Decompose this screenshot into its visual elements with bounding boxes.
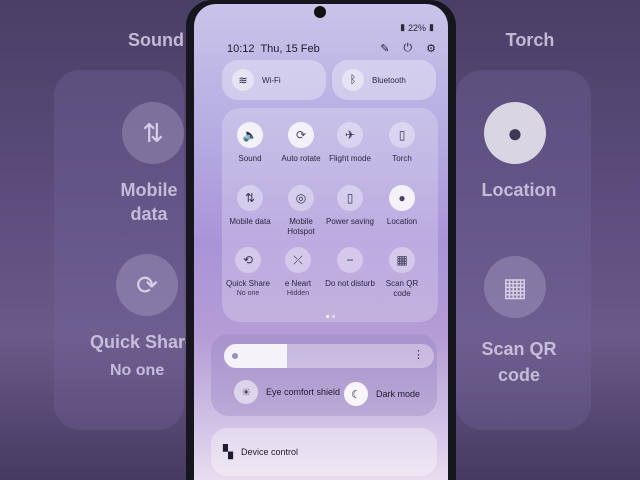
sound-label: Sound <box>238 154 262 163</box>
background-label-sound: Sound <box>128 30 184 50</box>
torch-toggle[interactable]: ▯ Torch <box>376 122 428 164</box>
background-quick-share-icon: ⟳ <box>116 254 178 316</box>
battery-saver-icon: ▯ <box>337 185 363 211</box>
power-icon[interactable]: ⏻ <box>403 42 412 55</box>
page-dot-2 <box>332 315 335 318</box>
brightness-slider[interactable]: ⋮ <box>224 344 434 368</box>
mobile-hotspot-toggle[interactable]: ◎ Mobile Hotspot <box>275 185 327 237</box>
phone-frame: ▮ 22% ▮ 10:12 Thu, 15 Feb ✎ ⏻ ⚙ ≋ Wi-Fi … <box>186 0 456 480</box>
header-actions: ✎ ⏻ ⚙ <box>380 42 436 55</box>
settings-gear-icon[interactable]: ⚙ <box>426 42 436 55</box>
page-dot-1 <box>326 315 329 318</box>
hotspot-icon: ◎ <box>288 185 314 211</box>
qr-code-icon: ▦ <box>389 247 415 273</box>
clock-time: 10:12 <box>227 42 255 55</box>
bluetooth-icon: ᛒ <box>342 69 364 91</box>
background-mobile-data-icon: ⇅ <box>122 102 184 164</box>
dark-mode-label: Dark mode <box>376 389 421 399</box>
nearby-icon: ⤫ <box>285 247 311 273</box>
dnd-label: Do not disturb <box>325 279 375 288</box>
device-control-button[interactable]: ▚ Device control <box>211 428 437 476</box>
brightness-sun-icon <box>232 353 238 359</box>
quick-share-status: No one <box>236 290 260 297</box>
quick-share-icon: ⟲ <box>235 247 261 273</box>
nearby-status: Hidden <box>286 290 310 297</box>
edit-pencil-icon[interactable]: ✎ <box>380 42 389 55</box>
background-right-panel: Torch ● Location ▦ Scan QR code <box>450 0 640 480</box>
eye-comfort-toggle[interactable]: ☀ Eye comfort shield <box>234 380 340 404</box>
torch-label: Torch <box>392 154 412 163</box>
do-not-disturb-toggle[interactable]: − Do not disturb <box>324 247 376 289</box>
location-toggle[interactable]: ● Location <box>376 185 428 227</box>
moon-icon: ☾ <box>344 382 368 406</box>
more-options-icon[interactable]: ⋮ <box>413 348 424 361</box>
signal-icon: ▮ <box>400 22 406 32</box>
quick-panel-screen: ▮ 22% ▮ 10:12 Thu, 15 Feb ✎ ⏻ ⚙ ≋ Wi-Fi … <box>194 4 448 480</box>
background-label-mobile-data: Mobile data <box>120 180 178 224</box>
device-control-label: Device control <box>241 447 299 457</box>
battery-percent: 22% <box>408 22 427 33</box>
power-saving-label: Power saving <box>325 217 375 226</box>
clock-date: Thu, 15 Feb <box>260 42 320 55</box>
location-pin-icon: ● <box>389 185 415 211</box>
location-label: Location <box>386 217 418 226</box>
dark-mode-toggle[interactable]: ☾ Dark mode <box>344 382 420 406</box>
mobile-data-label: Mobile data <box>229 217 271 226</box>
scan-qr-label: Scan QR code <box>385 279 419 298</box>
page-indicator <box>326 315 335 318</box>
flashlight-icon: ▯ <box>389 122 415 148</box>
scan-qr-toggle[interactable]: ▦ Scan QR code <box>376 247 428 299</box>
camera-notch <box>314 6 326 18</box>
flight-mode-toggle[interactable]: ✈ Flight mode <box>324 122 376 164</box>
quick-share-label: Quick Share <box>225 279 271 288</box>
header-row: 10:12 Thu, 15 Feb ✎ ⏻ ⚙ <box>227 42 436 55</box>
eye-comfort-label: Eye comfort shield <box>266 387 341 397</box>
bluetooth-tile[interactable]: ᛒ Bluetooth <box>332 60 436 100</box>
background-label-quick-share: Quick Share <box>90 332 196 352</box>
wifi-tile[interactable]: ≋ Wi-Fi <box>222 60 326 100</box>
rotate-icon: ⟳ <box>288 122 314 148</box>
bluetooth-label: Bluetooth <box>372 75 406 85</box>
wifi-icon: ≋ <box>232 69 254 91</box>
eye-comfort-icon: ☀ <box>234 380 258 404</box>
wifi-label: Wi-Fi <box>262 75 281 85</box>
battery-icon: ▮ <box>429 22 434 32</box>
background-label-no-one: No one <box>110 362 165 379</box>
nearby-toggle[interactable]: ⤫ e Neart Hidden <box>272 247 324 299</box>
background-label-scan-qr: Scan QR code <box>481 339 557 385</box>
quick-share-toggle[interactable]: ⟲ Quick Share No one <box>222 247 274 299</box>
power-saving-toggle[interactable]: ▯ Power saving <box>324 185 376 227</box>
sound-toggle[interactable]: 🔈 Sound <box>224 122 276 164</box>
datetime: 10:12 Thu, 15 Feb <box>227 43 320 55</box>
auto-rotate-toggle[interactable]: ⟳ Auto rotate <box>275 122 327 164</box>
airplane-icon: ✈ <box>337 122 363 148</box>
nearby-label: e Neart <box>284 279 312 288</box>
background-scan-qr-icon: ▦ <box>484 256 546 318</box>
device-control-icon: ▚ <box>223 444 233 459</box>
background-label-torch: Torch <box>505 30 555 50</box>
background-label-location: Location <box>481 180 557 200</box>
speaker-icon: 🔈 <box>237 122 263 148</box>
background-left-panel: Sound ⇅ Mobile data ⟳ Quick Share No one <box>0 0 195 480</box>
background-location-icon: ● <box>484 102 546 164</box>
mobile-data-icon: ⇅ <box>237 185 263 211</box>
flight-mode-label: Flight mode <box>329 154 371 163</box>
status-bar: ▮ 22% ▮ <box>400 22 434 33</box>
dnd-icon: − <box>337 247 363 273</box>
mobile-hotspot-label: Mobile Hotspot <box>287 217 315 236</box>
auto-rotate-label: Auto rotate <box>281 154 321 163</box>
mobile-data-toggle[interactable]: ⇅ Mobile data <box>224 185 276 227</box>
